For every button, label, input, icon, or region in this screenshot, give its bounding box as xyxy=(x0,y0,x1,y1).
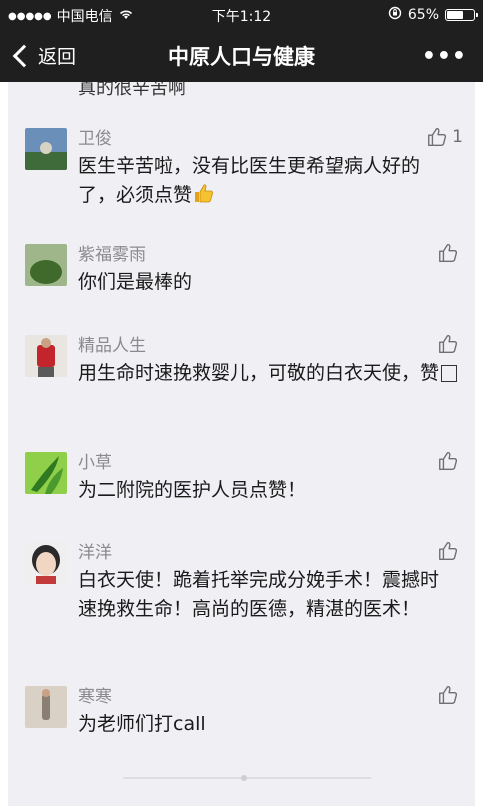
list-end-divider xyxy=(123,777,371,779)
like-count: 1 xyxy=(452,127,463,147)
avatar[interactable] xyxy=(25,542,67,584)
nav-bar: 返回 中原人口与健康 ••• xyxy=(0,30,483,82)
comment-author[interactable]: 洋洋 xyxy=(78,542,457,564)
battery-percent: 65% xyxy=(407,7,439,23)
comment-text: 为二附院的医护人员点赞！ xyxy=(78,479,307,501)
comment-text-content: 医生辛苦啦，没有比医生更希望病人好的了，必须点赞 xyxy=(78,155,421,206)
comment-text: 为老师们打call xyxy=(78,713,206,735)
battery-icon xyxy=(445,9,478,21)
avatar[interactable] xyxy=(25,452,67,494)
back-button[interactable]: 返回 xyxy=(10,42,76,69)
like-button[interactable] xyxy=(437,540,463,562)
comment-text: 你们是最棒的 xyxy=(78,271,193,293)
comment-text-content: 用生命时速挽救婴儿，可敬的白衣天使，赞 xyxy=(78,362,440,384)
thumbs-up-icon xyxy=(439,452,458,470)
thumbs-up-icon xyxy=(439,686,458,704)
comment-text: 白衣天使！跪着托举完成分娩手术！震撼时速挽救生命！高尚的医德，精湛的医术！ xyxy=(78,569,440,620)
comment-text: 用生命时速挽救婴儿，可敬的白衣天使，赞 xyxy=(78,359,458,388)
battery-fill xyxy=(447,11,464,19)
thumbs-up-icon xyxy=(439,244,458,262)
comment-author[interactable]: 卫俊 xyxy=(78,128,457,150)
like-button[interactable] xyxy=(437,333,463,355)
thumbs-up-emoji-icon xyxy=(195,184,214,203)
comment-author[interactable]: 精品人生 xyxy=(78,335,457,357)
status-right: 65% xyxy=(388,6,478,24)
list-end-dot xyxy=(241,775,247,781)
avatar[interactable] xyxy=(25,335,67,377)
avatar[interactable] xyxy=(25,244,67,286)
comment-author[interactable]: 紫福雾雨 xyxy=(78,244,457,266)
status-bar: ●●●●● 中国电信 下午1:12 65% xyxy=(0,0,483,30)
avatar[interactable] xyxy=(25,686,67,728)
unsupported-emoji-box-icon xyxy=(441,365,458,382)
thumbs-up-icon xyxy=(428,128,447,146)
like-button[interactable] xyxy=(437,684,463,706)
previous-comment-text: 真的很辛苦啊 xyxy=(78,82,186,99)
chevron-left-icon xyxy=(12,44,36,67)
comment-author[interactable]: 小草 xyxy=(78,452,457,474)
thumbs-up-icon xyxy=(439,335,458,353)
thumbs-up-icon xyxy=(439,542,458,560)
like-button[interactable] xyxy=(437,242,463,264)
comment-author[interactable]: 寒寒 xyxy=(78,686,457,708)
like-button[interactable]: 1 xyxy=(426,126,463,148)
comments-panel[interactable]: 真的很辛苦啊 卫俊 医生辛苦啦，没有比医生更希望病人好的了，必须点赞 1 紫福雾… xyxy=(8,82,475,806)
like-button[interactable] xyxy=(437,450,463,472)
avatar[interactable] xyxy=(25,128,67,170)
comment-text: 医生辛苦啦，没有比医生更希望病人好的了，必须点赞 xyxy=(78,152,457,210)
rotation-lock-icon xyxy=(388,6,402,24)
more-button[interactable]: ••• xyxy=(422,44,467,69)
back-label: 返回 xyxy=(38,46,77,68)
